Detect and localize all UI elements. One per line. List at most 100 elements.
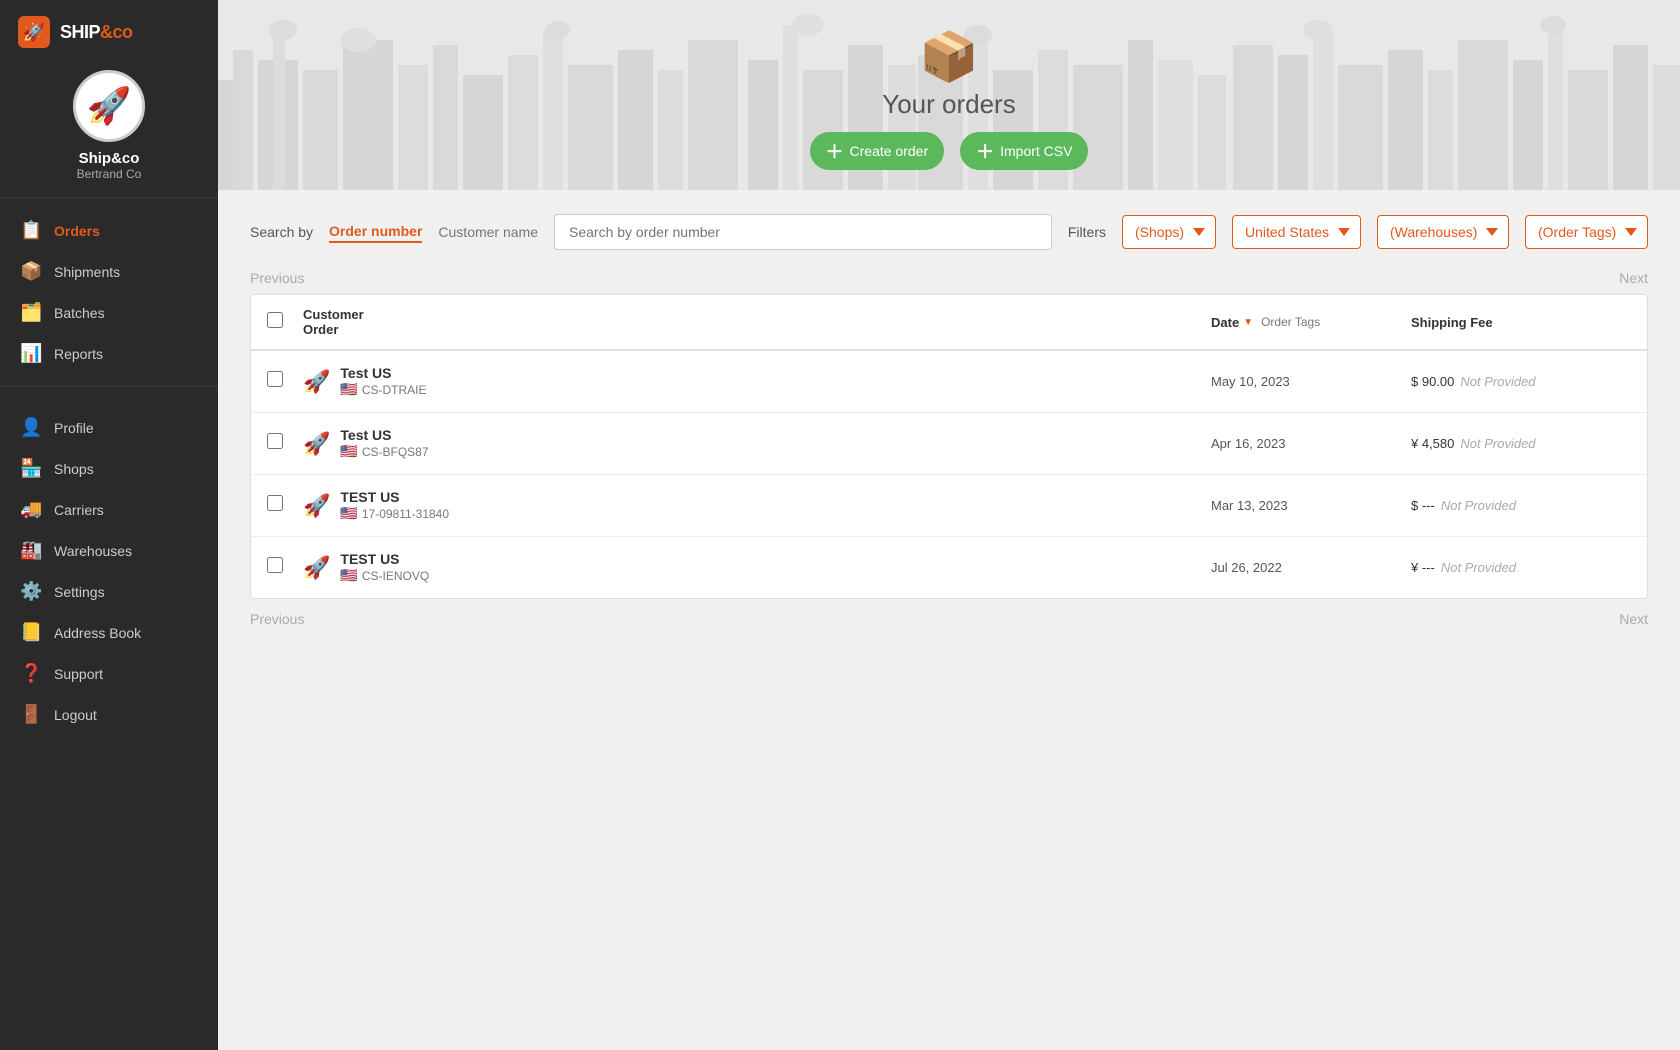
order-name-0: Test US	[340, 365, 426, 381]
avatar: 🚀	[73, 70, 145, 142]
import-csv-button[interactable]: ＋ Import CSV	[960, 132, 1088, 170]
td-customer-2: 🚀 TEST US 🇺🇸 17-09811-31840	[303, 489, 1211, 522]
search-tab-customer[interactable]: Customer name	[438, 222, 538, 242]
address-book-icon: 📒	[20, 622, 42, 643]
content-area: Search by Order number Customer name Fil…	[218, 190, 1680, 659]
previous-page-bottom[interactable]: Previous	[250, 611, 304, 627]
tags-filter[interactable]: (Order Tags)	[1525, 215, 1648, 249]
pagination-bottom: Previous Next	[250, 611, 1648, 627]
filters-label: Filters	[1068, 224, 1106, 240]
order-num-2: 🇺🇸 17-09811-31840	[340, 505, 449, 522]
sidebar-item-warehouses-label: Warehouses	[54, 543, 132, 559]
user-name: Ship&co	[79, 150, 140, 167]
previous-page-top[interactable]: Previous	[250, 270, 304, 286]
brand-text: SHIP&co	[60, 22, 133, 43]
order-num-0: 🇺🇸 CS-DTRAIE	[340, 381, 426, 398]
shops-icon: 🏪	[20, 458, 42, 479]
country-filter[interactable]: United States	[1232, 215, 1361, 249]
row-checkbox-2[interactable]	[267, 495, 283, 511]
create-order-button[interactable]: ＋ Create order	[810, 132, 945, 170]
th-date: Date ▼ Order Tags	[1211, 315, 1411, 330]
next-page-bottom[interactable]: Next	[1619, 611, 1648, 627]
batches-icon: 🗂️	[20, 302, 42, 323]
sidebar-item-carriers[interactable]: 🚚 Carriers	[0, 489, 218, 530]
sidebar-brand: 🚀 SHIP&co	[0, 0, 218, 60]
warehouses-icon: 🏭	[20, 540, 42, 561]
row-checkbox-0[interactable]	[267, 371, 283, 387]
next-page-top[interactable]: Next	[1619, 270, 1648, 286]
plus-icon: ＋	[826, 138, 844, 164]
orders-icon: 📋	[20, 220, 42, 241]
search-by-label: Search by	[250, 224, 313, 240]
logout-icon: 🚪	[20, 704, 42, 725]
sort-arrow-icon: ▼	[1243, 317, 1253, 328]
td-date-1: Apr 16, 2023	[1211, 436, 1411, 451]
td-date-3: Jul 26, 2022	[1211, 560, 1411, 575]
brand-icon: 🚀	[18, 16, 50, 48]
secondary-nav: 👤 Profile 🏪 Shops 🚚 Carriers 🏭 Warehouse…	[0, 395, 218, 739]
td-customer-3: 🚀 TEST US 🇺🇸 CS-IENOVQ	[303, 551, 1211, 584]
orders-table: Customer Order Date ▼ Order Tags Shippin…	[250, 294, 1648, 599]
warehouse-filter[interactable]: (Warehouses)	[1377, 215, 1509, 249]
search-tab-order[interactable]: Order number	[329, 221, 422, 243]
td-customer-1: 🚀 Test US 🇺🇸 CS-BFQS87	[303, 427, 1211, 460]
sidebar-item-settings-label: Settings	[54, 584, 105, 600]
order-num-3: 🇺🇸 CS-IENOVQ	[340, 567, 429, 584]
sidebar-item-support-label: Support	[54, 666, 103, 682]
support-icon: ❓	[20, 663, 42, 684]
order-name-2: TEST US	[340, 489, 449, 505]
search-input-wrap	[554, 214, 1052, 250]
select-all-checkbox[interactable]	[267, 312, 283, 328]
sidebar-item-shipments[interactable]: 📦 Shipments	[0, 251, 218, 292]
sidebar-item-address-book-label: Address Book	[54, 625, 141, 641]
carriers-icon: 🚚	[20, 499, 42, 520]
primary-nav: 📋 Orders 📦 Shipments 🗂️ Batches 📊 Report…	[0, 198, 218, 378]
sidebar-item-carriers-label: Carriers	[54, 502, 104, 518]
search-input[interactable]	[554, 214, 1052, 250]
sidebar-item-profile[interactable]: 👤 Profile	[0, 407, 218, 448]
user-company: Bertrand Co	[77, 167, 142, 181]
table-row: 🚀 TEST US 🇺🇸 CS-IENOVQ Jul 26, 2022 ¥ --…	[251, 537, 1647, 598]
td-check-2	[267, 495, 303, 516]
sidebar-item-address-book[interactable]: 📒 Address Book	[0, 612, 218, 653]
sidebar: 🚀 SHIP&co 🚀 Ship&co Bertrand Co 📋 Orders…	[0, 0, 218, 1050]
sidebar-item-logout-label: Logout	[54, 707, 97, 723]
sidebar-item-shops[interactable]: 🏪 Shops	[0, 448, 218, 489]
shipments-icon: 📦	[20, 261, 42, 282]
pagination-top: Previous Next	[250, 270, 1648, 286]
td-date-2: Mar 13, 2023	[1211, 498, 1411, 513]
profile-icon: 👤	[20, 417, 42, 438]
sidebar-item-shops-label: Shops	[54, 461, 94, 477]
row-checkbox-1[interactable]	[267, 433, 283, 449]
td-customer-0: 🚀 Test US 🇺🇸 CS-DTRAIE	[303, 365, 1211, 398]
table-row: 🚀 Test US 🇺🇸 CS-BFQS87 Apr 16, 2023 ¥ 4,…	[251, 413, 1647, 475]
th-checkbox	[267, 312, 303, 333]
td-fee-3: ¥ --- Not Provided	[1411, 560, 1631, 575]
search-filter-row: Search by Order number Customer name Fil…	[250, 214, 1648, 250]
hero-banner: 📦 Your orders ＋ Create order ＋ Import CS…	[218, 0, 1680, 190]
flag-icon-2: 🇺🇸	[340, 505, 357, 522]
table-header: Customer Order Date ▼ Order Tags Shippin…	[251, 295, 1647, 351]
sidebar-item-batches-label: Batches	[54, 305, 105, 321]
sidebar-item-logout[interactable]: 🚪 Logout	[0, 694, 218, 735]
order-name-3: TEST US	[340, 551, 429, 567]
rocket-icon-0: 🚀	[303, 369, 330, 395]
td-check-0	[267, 371, 303, 392]
table-row: 🚀 TEST US 🇺🇸 17-09811-31840 Mar 13, 2023…	[251, 475, 1647, 537]
row-checkbox-3[interactable]	[267, 557, 283, 573]
shops-filter[interactable]: (Shops)	[1122, 215, 1216, 249]
sidebar-item-settings[interactable]: ⚙️ Settings	[0, 571, 218, 612]
sidebar-item-profile-label: Profile	[54, 420, 94, 436]
sidebar-item-support[interactable]: ❓ Support	[0, 653, 218, 694]
order-name-1: Test US	[340, 427, 428, 443]
sidebar-item-orders[interactable]: 📋 Orders	[0, 210, 218, 251]
sidebar-item-batches[interactable]: 🗂️ Batches	[0, 292, 218, 333]
table-row: 🚀 Test US 🇺🇸 CS-DTRAIE May 10, 2023 $ 90…	[251, 351, 1647, 413]
sidebar-item-warehouses[interactable]: 🏭 Warehouses	[0, 530, 218, 571]
rocket-icon-1: 🚀	[303, 431, 330, 457]
flag-icon-1: 🇺🇸	[340, 443, 357, 460]
rocket-icon-3: 🚀	[303, 555, 330, 581]
sidebar-item-reports[interactable]: 📊 Reports	[0, 333, 218, 374]
hero-title: Your orders	[882, 89, 1015, 120]
td-check-1	[267, 433, 303, 454]
